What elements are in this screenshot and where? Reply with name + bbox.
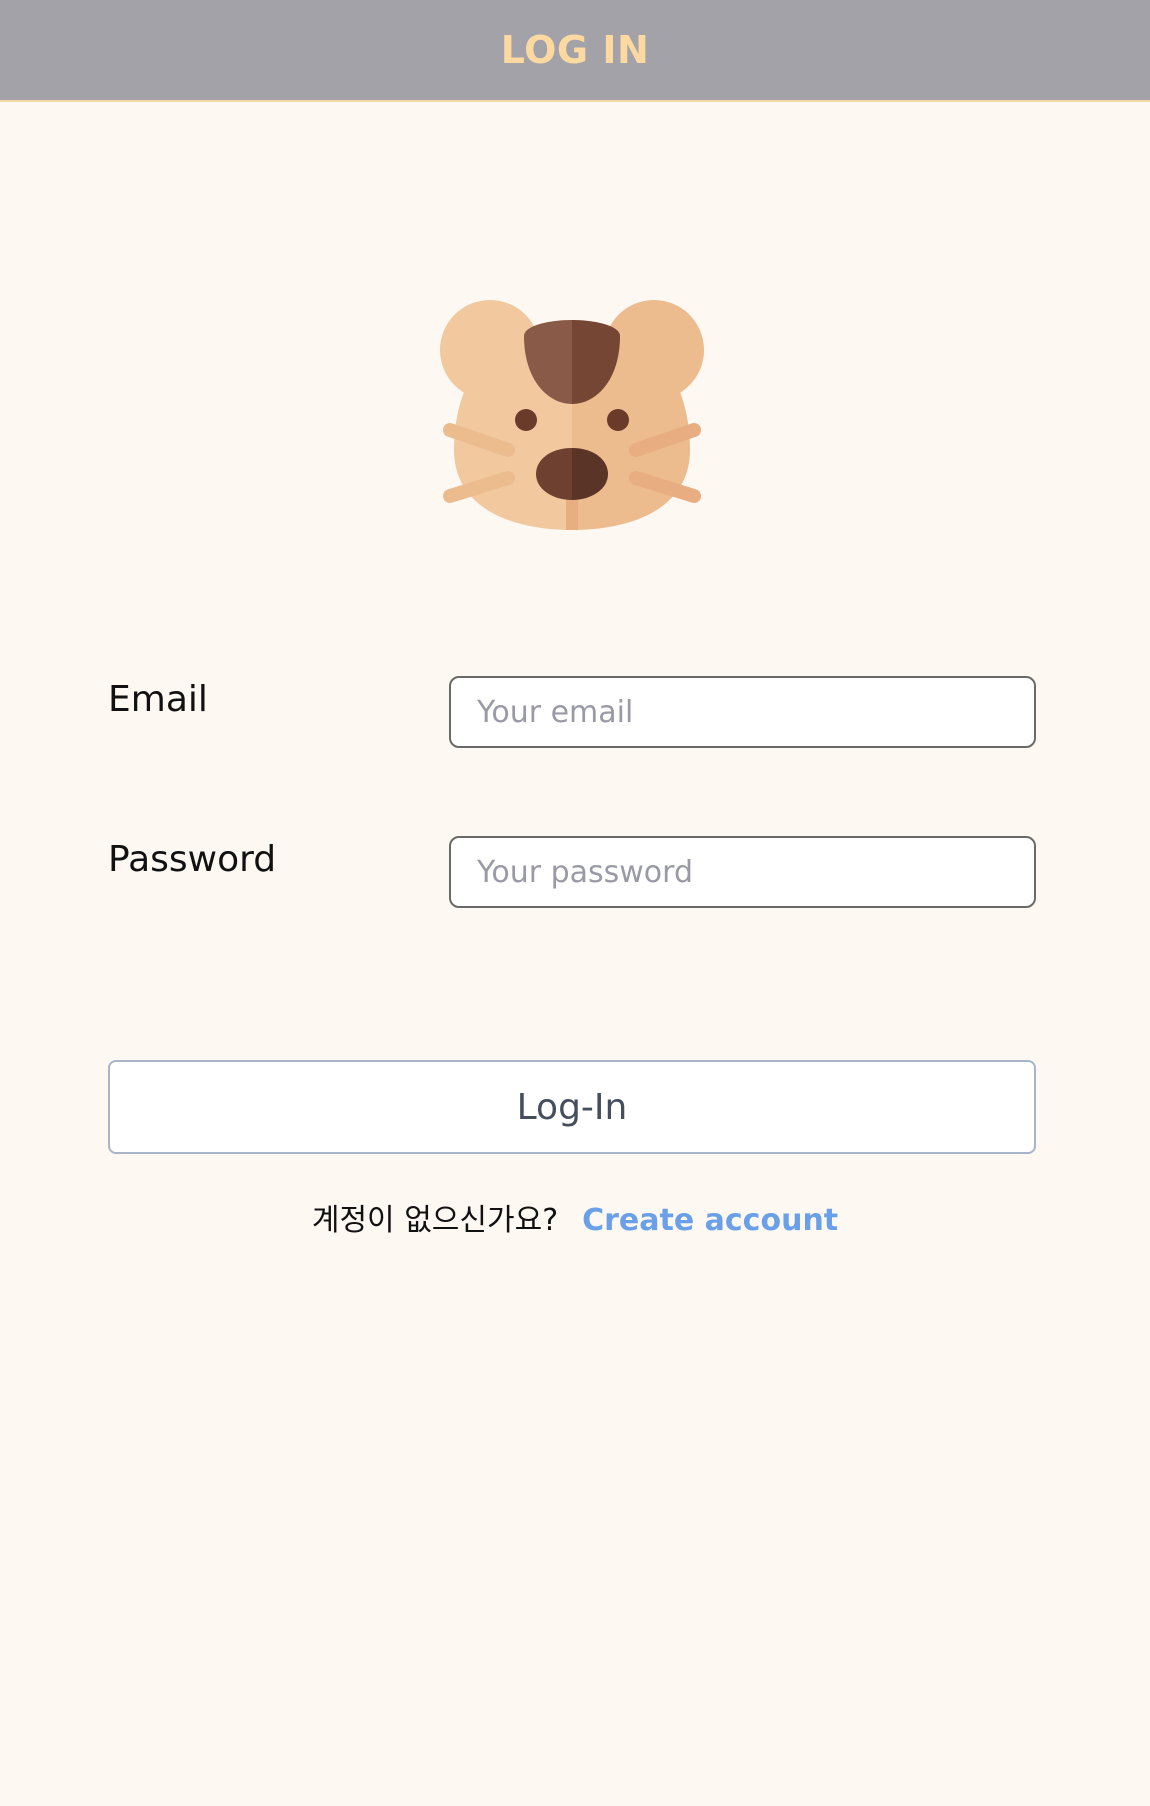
login-button[interactable]: Log-In — [108, 1060, 1036, 1154]
password-label: Password — [108, 839, 277, 880]
signup-prompt: 계정이 없으신가요? — [311, 1203, 559, 1238]
create-account-link[interactable]: Create account — [582, 1203, 838, 1238]
page-title: LOG IN — [500, 28, 650, 72]
password-input[interactable] — [449, 836, 1036, 908]
hamster-face-icon — [440, 300, 704, 530]
top-bar: LOG IN — [0, 0, 1150, 102]
signup-row: 계정이 없으신가요? Create account — [0, 1195, 1150, 1239]
email-input[interactable] — [449, 676, 1036, 748]
login-page: LOG IN Email Password Log-In 계정이 없으신가요? — [0, 0, 1150, 1806]
email-label: Email — [108, 679, 208, 720]
